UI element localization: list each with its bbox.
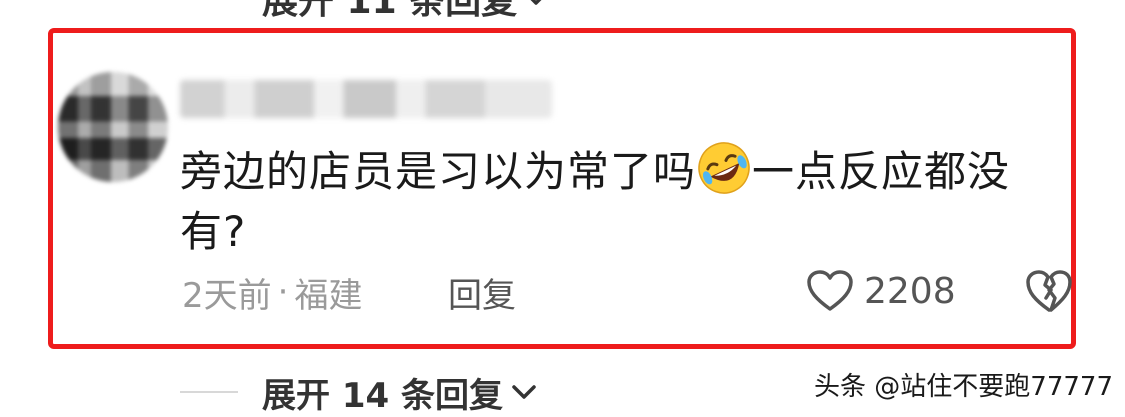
dislike-button[interactable]	[1024, 268, 1074, 314]
like-count: 2208	[864, 270, 956, 312]
rolling-on-floor-laughing-emoji	[698, 142, 750, 194]
heart-icon	[807, 270, 853, 311]
watermark-text: 头条 @站住不要跑77777	[814, 371, 1113, 402]
watermark: 头条 @站住不要跑77777	[814, 364, 1113, 404]
expand-replies-bottom-button[interactable]: 展开 14 条回复	[262, 368, 537, 417]
broken-heart-icon	[1026, 270, 1072, 312]
username-blurred[interactable]	[180, 80, 552, 118]
comment-text-part1: 旁边的店员是习以为常了吗	[180, 147, 697, 196]
expand-replies-top[interactable]: 展开 11 条回复	[262, 0, 549, 22]
expand-replies-bottom[interactable]: 展开 14 条回复	[180, 368, 537, 417]
expand-replies-top-label: 展开 11 条回复	[262, 0, 518, 22]
comment-location: 福建	[294, 275, 363, 316]
reply-button[interactable]: 回复	[448, 270, 516, 316]
comment-time: 2天前	[182, 275, 272, 316]
reply-button-label: 回复	[448, 275, 516, 316]
expand-replies-bottom-label: 展开 14 条回复	[262, 375, 503, 416]
comment-text: 旁边的店员是习以为常了吗 一点反应都没有?	[180, 140, 1070, 262]
meta-separator: ·	[277, 272, 289, 312]
chevron-down-icon	[512, 385, 536, 399]
divider-line	[180, 391, 238, 393]
chevron-down-icon	[530, 0, 542, 5]
like-button[interactable]: 2208	[806, 266, 956, 316]
comment-meta: 2天前 · 福建	[182, 270, 363, 316]
avatar[interactable]	[58, 72, 168, 182]
